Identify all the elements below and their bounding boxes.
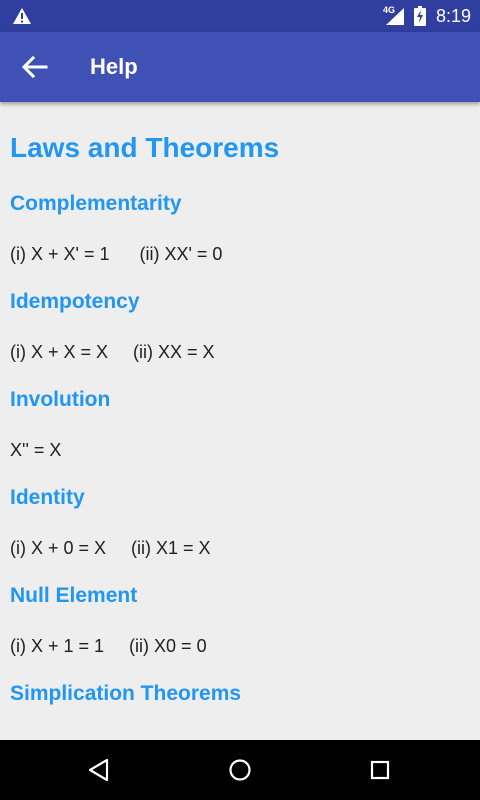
arrow-back-icon[interactable] [18,53,50,81]
laws-heading: Laws and Theorems [10,132,280,163]
section-text: (i) X + 1 = 1 (ii) X0 = 0 [10,636,207,656]
section-title: Simplication Theorems [10,682,242,705]
section-title: Idempotency [10,290,140,313]
home-circle-icon[interactable] [226,756,254,784]
recents-square-icon[interactable] [366,756,394,784]
section-text: (i) X + X' = 1 (ii) XX' = 0 [10,244,223,264]
signal-icon [386,8,404,25]
battery-charging-icon [414,6,426,26]
section-title: Identity [10,486,85,509]
clock: 8:19 [436,6,472,26]
section-text: X'' = X [10,440,62,460]
navigation-bar [0,740,480,800]
section-title: Involution [10,388,111,411]
page-title: Help [90,54,138,79]
help-content: Laws and Theorems Complementarity (i) X … [0,102,480,740]
section-text: (i) X + X = X (ii) XX = X [10,342,215,362]
section-title: Complementarity [10,192,182,215]
status-bar: 4G 8:19 [0,0,480,32]
section-text: (i) X + 0 = X (ii) X1 = X [10,538,211,558]
app-bar: Help [0,32,480,102]
back-triangle-icon[interactable] [85,756,113,784]
warning-icon [13,8,31,24]
section-title: Null Element [10,584,138,607]
